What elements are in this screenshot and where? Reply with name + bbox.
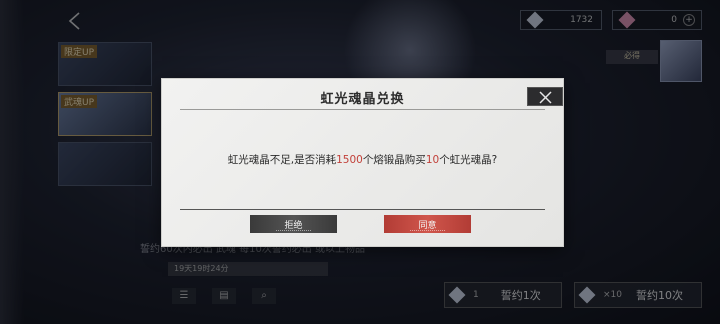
message-middle: 个熔锻晶购买 <box>362 154 426 166</box>
message-quantity: 10 <box>425 154 440 166</box>
button-ornament <box>276 230 311 231</box>
title-divider <box>180 109 545 110</box>
message-suffix: 个虹光魂晶? <box>439 154 498 166</box>
dialog-title: 虹光魂晶兑换 <box>320 92 405 107</box>
close-icon <box>539 91 552 104</box>
agree-label: 同意 <box>418 220 437 231</box>
dialog-message: 虹光魂晶不足,是否消耗1500个熔锻晶购买10个虹光魂晶? <box>162 152 563 167</box>
button-divider <box>180 209 545 210</box>
button-ornament <box>410 230 445 231</box>
agree-button[interactable]: 同意 <box>384 215 471 233</box>
exchange-dialog: 虹光魂晶兑换 虹光魂晶不足,是否消耗1500个熔锻晶购买10个虹光魂晶? 拒绝 … <box>162 79 563 246</box>
message-prefix: 虹光魂晶不足,是否消耗 <box>227 154 337 166</box>
message-cost: 1500 <box>336 154 363 166</box>
refuse-button[interactable]: 拒绝 <box>250 215 337 233</box>
refuse-label: 拒绝 <box>284 220 303 231</box>
close-button[interactable] <box>527 87 563 106</box>
